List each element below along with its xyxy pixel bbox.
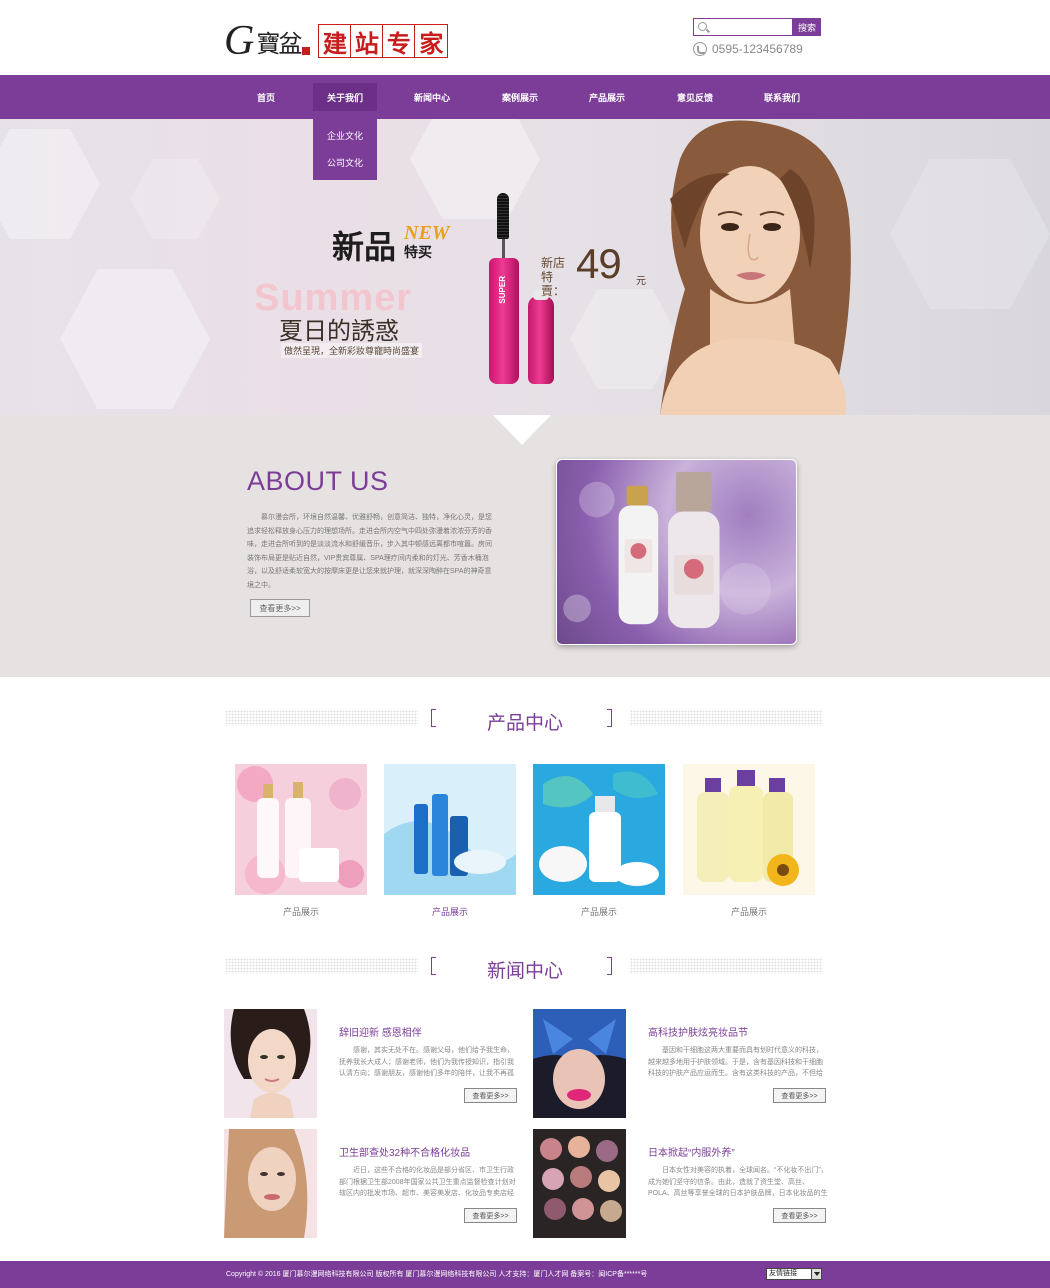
phone-number: 0595-123456789 (712, 42, 803, 56)
nav-item-cases[interactable]: 案例展示 (488, 83, 552, 111)
hero-banner[interactable] (0, 119, 1050, 415)
product-caption[interactable]: 产品展示 (384, 905, 516, 918)
banner-summer-subheading: 夏日的誘惑 (279, 317, 399, 345)
news-excerpt: 近日，这些不合格的化妆品是部分省区、市卫生行政部门根据卫生部2008年国家公共卫… (339, 1167, 516, 1197)
news-excerpt: 感谢，其实无处不在。感谢父母，他们给予我生命，抚养我长大成人；感谢老师，他们为我… (339, 1047, 514, 1077)
nav-item-feedback[interactable]: 意见反馈 (663, 83, 727, 111)
dropdown-item-company-culture[interactable]: 公司文化 (313, 149, 377, 176)
nav-item-products[interactable]: 产品展示 (575, 83, 639, 111)
banner-bokeh (410, 119, 540, 219)
nav-item-about[interactable]: 关于我们 (313, 83, 377, 111)
product-caption[interactable]: 产品展示 (235, 905, 367, 918)
news-more-button[interactable]: 查看更多>> (773, 1208, 826, 1223)
news-thumbnail[interactable] (224, 1129, 317, 1238)
logo-tagline-char: 家 (419, 28, 444, 58)
banner-bokeh (130, 159, 220, 239)
product-image[interactable] (683, 764, 815, 895)
about-dropdown-menu: 企业文化 公司文化 (313, 119, 377, 180)
news-thumbnail[interactable] (224, 1009, 317, 1118)
banner-bokeh (0, 129, 100, 239)
friend-links-select[interactable]: 友情链接 (766, 1268, 822, 1280)
mascara-wand-image (497, 193, 511, 261)
about-more-button[interactable]: 查看更多>> (250, 599, 310, 617)
chevron-down-icon (811, 1269, 821, 1279)
banner-new-heading: 新品 (332, 228, 397, 266)
banner-special-text: 特买 (404, 245, 432, 261)
logo-letter: G (224, 18, 255, 64)
about-product-image[interactable] (556, 459, 797, 645)
site-footer: Copyright © 2016 厦门慕尔漫网络科技有限公司 版权所有 厦门慕尔… (0, 1261, 1050, 1288)
dropdown-item-corporate-culture[interactable]: 企业文化 (313, 122, 377, 149)
nav-item-contact[interactable]: 联系我们 (750, 83, 814, 111)
logo-brand-text: 寶盆 (256, 29, 302, 58)
nav-item-news[interactable]: 新闻中心 (400, 83, 464, 111)
heading-dots-right (630, 710, 823, 726)
site-logo[interactable]: G 寶盆 建 站 专 家 (224, 18, 449, 64)
news-more-button[interactable]: 查看更多>> (464, 1208, 517, 1223)
search-field (693, 18, 793, 38)
about-title: ABOUT US (247, 466, 389, 496)
about-section (0, 415, 1050, 677)
news-more-button[interactable]: 查看更多>> (773, 1088, 826, 1103)
news-heading: 新闻中心 (225, 956, 825, 982)
product-image[interactable] (384, 764, 516, 895)
search-bar: 搜索 (693, 18, 821, 38)
heading-bracket-right (607, 709, 612, 727)
phone-contact: 0595-123456789 (693, 42, 803, 56)
news-title[interactable]: 辞旧迎新 感恩相伴 (339, 1024, 422, 1039)
news-excerpt: 基因和干细胞这两大重要而具有划时代意义的科技，越来越多地用于护肤领域。于是，含有… (648, 1047, 823, 1077)
main-nav: 首页 关于我们 新闻中心 案例展示 产品展示 意见反馈 联系我们 (0, 75, 1050, 119)
nav-item-home[interactable]: 首页 (234, 83, 298, 111)
model-portrait-image (660, 120, 851, 415)
product-caption[interactable]: 产品展示 (533, 905, 665, 918)
logo-tagline-char: 专 (383, 25, 416, 58)
logo-seal (302, 47, 311, 55)
news-excerpt: 日本女性对美容的执着，全球闻名。“不化妆不出门”，成为她们坚守的信条。由此，造就… (648, 1167, 828, 1197)
mascara-brush (497, 193, 509, 239)
banner-bokeh (60, 269, 210, 409)
about-text: 慕尔漫会所，环境自然温馨、优雅舒畅，创意简洁、独特，净化心灵，是您追求轻松释放身… (247, 514, 492, 589)
search-icon (698, 22, 707, 31)
banner-price-caption: 新店特賣： (541, 256, 566, 298)
logo-tagline-char: 站 (351, 25, 384, 58)
news-more-button[interactable]: 查看更多>> (464, 1088, 517, 1103)
news-title[interactable]: 高科技护肤炫亮妆品节 (648, 1024, 748, 1039)
banner-slogan: 傲然呈現，全新彩妝尊寵時尚盛宴 (281, 343, 423, 358)
product-image[interactable] (235, 764, 367, 895)
mascara-label: SUPER (498, 276, 507, 304)
heading-bracket-right (607, 957, 612, 975)
footer-copyright: Copyright © 2016 厦门慕尔漫网络科技有限公司 版权所有 厦门慕尔… (226, 1271, 648, 1278)
friend-links-label: 友情链接 (769, 1270, 797, 1277)
section-arrow (493, 415, 551, 445)
heading-dots-right (630, 958, 823, 974)
product-caption[interactable]: 产品展示 (683, 905, 815, 918)
news-thumbnail[interactable] (533, 1129, 626, 1238)
logo-tagline-char: 建 (319, 25, 352, 58)
search-button[interactable]: 搜索 (793, 18, 821, 36)
phone-icon (693, 42, 707, 56)
mascara-tube-image: SUPER (489, 258, 519, 384)
banner-price: 49 (576, 240, 622, 287)
product-image[interactable] (533, 764, 665, 895)
site-header: G 寶盆 建 站 专 家 搜索 0595-123456789 (0, 0, 1050, 75)
news-thumbnail[interactable] (533, 1009, 626, 1118)
logo-tagline: 建 站 专 家 (318, 24, 449, 58)
news-title[interactable]: 卫生部查处32种不合格化妆品 (339, 1144, 470, 1159)
mascara-cap-image (528, 290, 554, 384)
news-title[interactable]: 日本掀起“内服外养” (648, 1144, 735, 1159)
products-heading: 产品中心 (225, 708, 825, 734)
banner-bokeh (890, 159, 1050, 309)
